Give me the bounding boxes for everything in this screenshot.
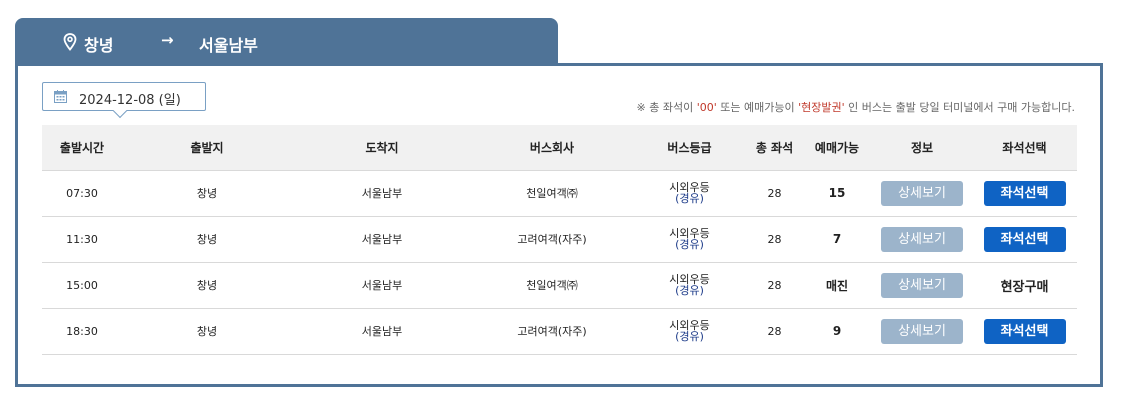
header-available: 예매가능 [814, 140, 860, 155]
detail-view-button[interactable]: 상세보기 [881, 318, 963, 344]
purchase-notice: ※ 총 좌석이 '00' 또는 예매가능이 '현장발권' 인 버스는 출발 당일… [637, 99, 1075, 115]
map-pin-icon [63, 33, 77, 51]
selected-date: 2024-12-08 (일) [79, 93, 181, 108]
date-selector[interactable]: 2024-12-08 (일) [42, 82, 206, 119]
cell-bus-grade: 시외우등 (경유) [632, 308, 747, 354]
seat-select-button[interactable]: 좌석선택 [983, 226, 1066, 252]
cell-seat-select: 좌석선택 [972, 308, 1077, 354]
header-bus-company: 버스회사 [529, 140, 575, 155]
cell-seat-select: 좌석선택 [972, 170, 1077, 216]
seat-select-button[interactable]: 좌석선택 [983, 318, 1066, 344]
header-origin: 출발지 [190, 140, 224, 155]
notice-mid: 또는 예매가능이 [716, 101, 799, 114]
grade-route-type: (경유) [675, 283, 704, 297]
cell-bus-company: 천일여객㈜ [526, 279, 578, 292]
onsite-purchase-label: 현장구매 [1000, 279, 1049, 295]
header-bus-grade: 버스등급 [667, 140, 712, 155]
header-seat-select: 좌석선택 [1002, 140, 1047, 155]
cell-departure-time: 15:00 [66, 278, 98, 292]
cell-destination: 서울남부 [361, 187, 403, 200]
cell-available-seats: 9 [832, 324, 842, 338]
cell-departure-time: 11:30 [66, 232, 98, 246]
header-departure-time: 출발시간 [59, 140, 105, 155]
cell-bus-company: 고려여객(자주) [517, 233, 587, 246]
notice-prefix: ※ 총 좌석이 [636, 101, 697, 114]
cell-info: 상세보기 [872, 216, 972, 262]
cell-bus-grade: 시외우등 (경유) [632, 170, 747, 216]
cell-bus-grade: 시외우등 (경유) [632, 262, 747, 308]
header-destination: 도착지 [365, 140, 399, 155]
cell-seat-select: 현장구매 [972, 262, 1077, 308]
bus-schedule-table: 출발시간 출발지 도착지 버스회사 버스등급 총 좌석 예매가능 정보 좌석선택… [42, 125, 1077, 355]
cell-bus-company: 천일여객㈜ [526, 187, 578, 200]
header-info: 정보 [910, 140, 934, 155]
table-header-row: 출발시간 출발지 도착지 버스회사 버스등급 총 좌석 예매가능 정보 좌석선택 [42, 125, 1077, 170]
route-header: 창녕 → 서울남부 [15, 18, 558, 65]
cell-total-seats: 28 [767, 186, 782, 200]
cell-available-seats: 7 [832, 232, 842, 246]
cell-bus-grade: 시외우등 (경유) [632, 216, 747, 262]
table-row: 07:30 창녕 서울남부 천일여객㈜ 시외우등 (경유) 28 15 상세보기 … [42, 170, 1077, 216]
notice-suffix: 인 버스는 출발 당일 터미널에서 구매 가능합니다. [844, 101, 1075, 114]
cell-origin: 창녕 [196, 279, 218, 292]
grade-route-type: (경유) [675, 237, 704, 251]
detail-view-button[interactable]: 상세보기 [881, 272, 963, 298]
arrow-right-icon: → [161, 31, 174, 49]
cell-destination: 서울남부 [361, 325, 403, 338]
detail-view-button[interactable]: 상세보기 [881, 226, 963, 252]
seat-select-button[interactable]: 좌석선택 [983, 180, 1066, 206]
grade-route-type: (경유) [675, 191, 704, 205]
cell-origin: 창녕 [196, 187, 218, 200]
cell-destination: 서울남부 [361, 233, 403, 246]
cell-total-seats: 28 [767, 278, 782, 292]
table-row: 11:30 창녕 서울남부 고려여객(자주) 시외우등 (경유) 28 7 상세보… [42, 216, 1077, 262]
grade-route-type: (경유) [675, 329, 704, 343]
cell-info: 상세보기 [872, 262, 972, 308]
cell-info: 상세보기 [872, 308, 972, 354]
cell-origin: 창녕 [196, 325, 218, 338]
cell-total-seats: 28 [767, 232, 782, 246]
cell-bus-company: 고려여객(자주) [517, 325, 587, 338]
cell-origin: 창녕 [196, 233, 218, 246]
cell-available-seats: 매진 [825, 278, 849, 293]
route-origin: 창녕 [84, 36, 114, 55]
cell-departure-time: 18:30 [66, 324, 98, 338]
header-total-seats: 총 좌석 [755, 140, 794, 155]
notice-seats-highlight: '00' [696, 101, 717, 114]
route-destination: 서울남부 [199, 36, 258, 55]
table-row: 15:00 창녕 서울남부 천일여객㈜ 시외우등 (경유) 28 매진 상세보기 … [42, 262, 1077, 308]
cell-info: 상세보기 [872, 170, 972, 216]
table-row: 18:30 창녕 서울남부 고려여객(자주) 시외우등 (경유) 28 9 상세보… [42, 308, 1077, 354]
cell-destination: 서울남부 [361, 279, 403, 292]
cell-seat-select: 좌석선택 [972, 216, 1077, 262]
cell-available-seats: 15 [828, 186, 846, 200]
cell-total-seats: 28 [767, 324, 782, 338]
notice-onsite-highlight: '현장발권' [798, 101, 845, 114]
detail-view-button[interactable]: 상세보기 [881, 180, 963, 206]
calendar-icon [54, 90, 67, 103]
cell-departure-time: 07:30 [66, 186, 98, 200]
